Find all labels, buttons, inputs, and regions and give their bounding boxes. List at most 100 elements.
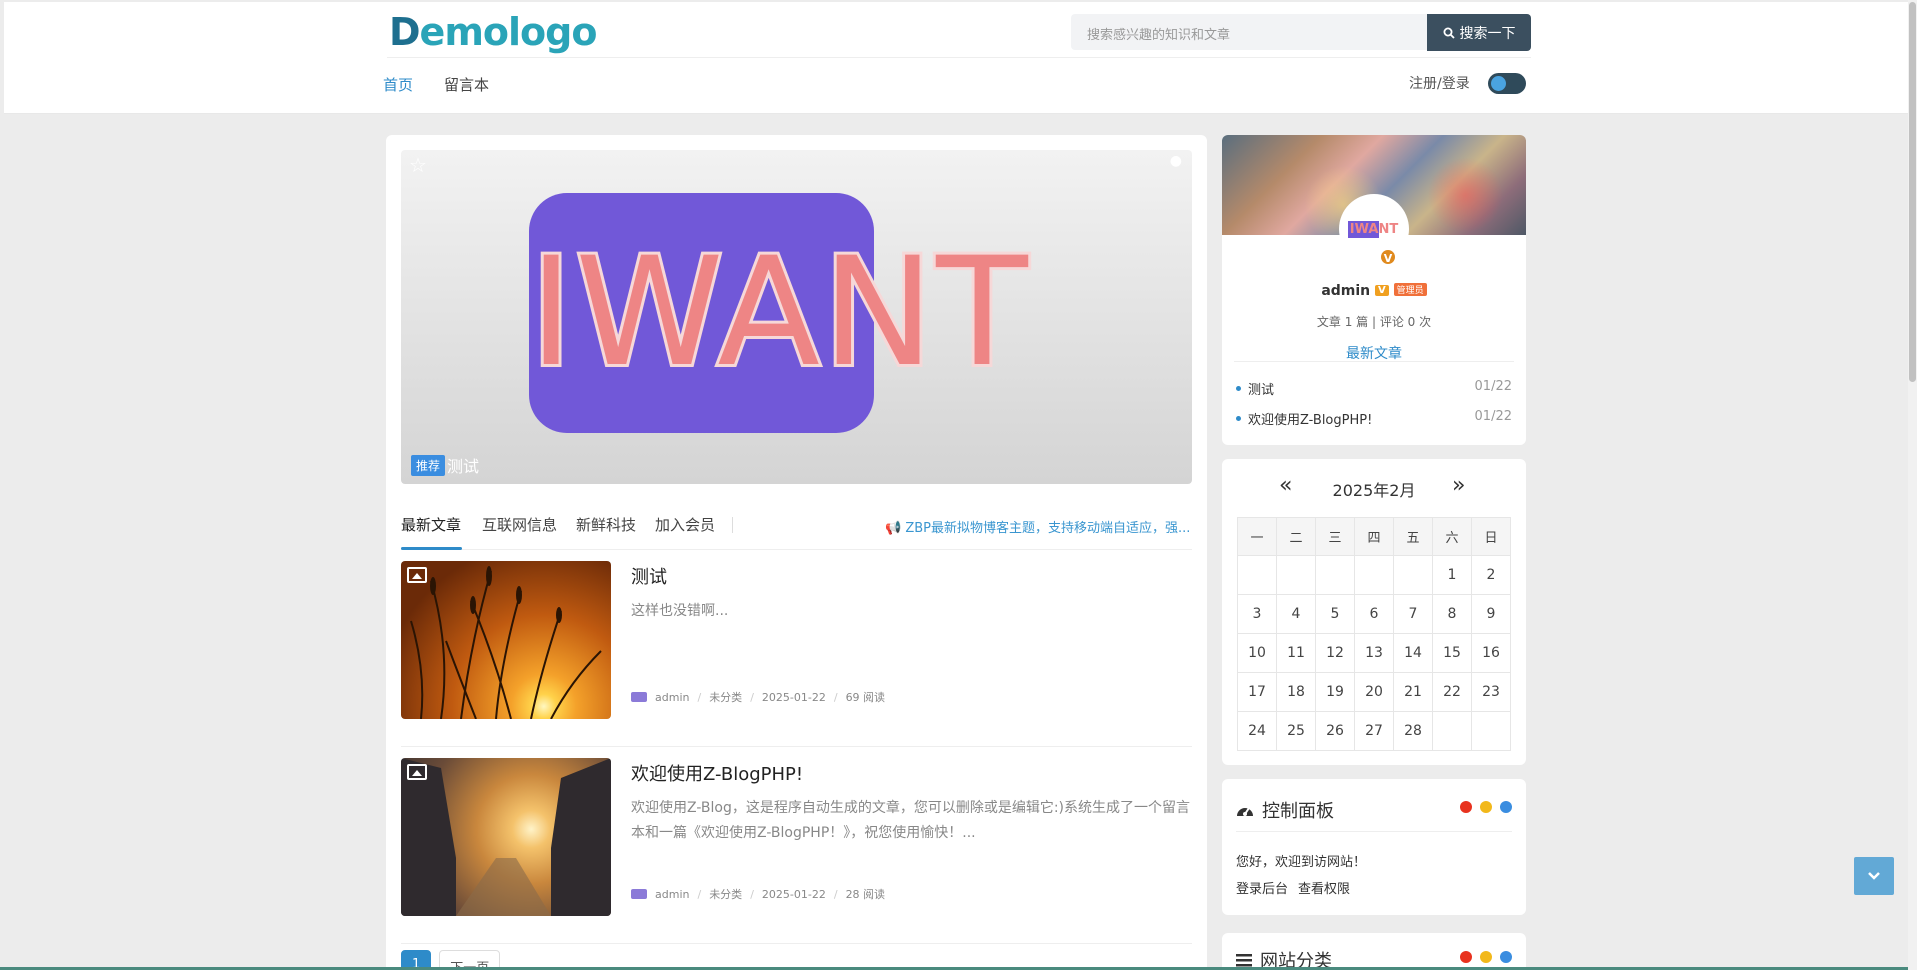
admin-login-link[interactable]: 登录后台 (1236, 878, 1288, 897)
calendar-day[interactable]: 14 (1393, 633, 1433, 673)
greeting-text: 您好，欢迎到访网站！ (1236, 855, 1367, 870)
blue-dot-icon (1500, 801, 1512, 813)
author-profile-card: IWANT V admin V 管理员 文章 1 篇 | 评论 0 次 最新文章… (1222, 135, 1526, 445)
nav-item-guestbook[interactable]: 留言本 (444, 74, 489, 95)
post-category[interactable]: 未分类 (709, 689, 742, 705)
calendar-day[interactable]: 11 (1276, 633, 1316, 673)
calendar-grid: 一 二 三 四 五 六 日 1 2 3 4 5 6 7 8 9 10 11 12 13 14 15 16 17 1… (1237, 517, 1511, 751)
calendar-day[interactable]: 24 (1237, 711, 1277, 751)
post-author[interactable]: admin (655, 691, 689, 704)
yellow-dot-icon (1480, 951, 1492, 963)
avatar[interactable]: IWANT (1342, 197, 1406, 261)
latest-articles-heading: 最新文章 (1346, 346, 1402, 362)
search-button[interactable]: 搜索一下 (1427, 14, 1531, 51)
tab-internet[interactable]: 互联网信息 (482, 514, 557, 535)
post-title[interactable]: 欢迎使用Z-BlogPHP! (631, 760, 803, 786)
latest-article-title[interactable]: 测试 (1248, 379, 1274, 398)
theme-toggle[interactable] (1488, 73, 1526, 94)
page-scrollbar[interactable] (1908, 0, 1917, 970)
banner-title[interactable]: 测试 (447, 453, 479, 477)
meta-divider: / (833, 690, 838, 704)
post-author[interactable]: admin (655, 888, 689, 901)
view-permission-link[interactable]: 查看权限 (1298, 878, 1350, 897)
featured-banner[interactable]: ☆ ● IWANT 推荐 测试 (401, 150, 1192, 484)
calendar-day[interactable]: 15 (1432, 633, 1472, 673)
scrollbar-thumb[interactable] (1909, 2, 1916, 382)
latest-article-title[interactable]: 欢迎使用Z-BlogPHP! (1248, 409, 1372, 428)
calendar-widget: « 2025年2月 » 一 二 三 四 五 六 日 1 2 3 4 5 6 7 8 9 10 11 1… (1222, 459, 1526, 765)
calendar-week-row: 17 18 19 20 21 22 23 (1237, 672, 1511, 712)
meta-divider: / (750, 887, 754, 901)
calendar-day[interactable]: 25 (1276, 711, 1316, 751)
calendar-day[interactable]: 20 (1354, 672, 1394, 712)
profile-name[interactable]: admin (1321, 283, 1370, 299)
role-badge: 管理员 (1393, 283, 1427, 296)
weekday-header: 五 (1393, 517, 1433, 556)
recommend-badge: 推荐 (411, 455, 446, 476)
star-icon[interactable]: ☆ (409, 153, 427, 177)
calendar-day[interactable]: 17 (1237, 672, 1277, 712)
calendar-empty-cell (1237, 555, 1277, 595)
calendar-day[interactable]: 19 (1315, 672, 1355, 712)
notice-ticker[interactable]: 📢 ZBP最新拟物博客主题，支持移动端自适应，强... (885, 517, 1192, 536)
meta-divider: / (833, 887, 838, 901)
grass-silhouette (410, 566, 602, 719)
tab-latest[interactable]: 最新文章 (401, 514, 461, 535)
post-thumbnail[interactable] (401, 758, 611, 916)
post-category[interactable]: 未分类 (709, 886, 742, 902)
tab-membership[interactable]: 加入会员 (655, 514, 715, 535)
calendar-body: 1 2 3 4 5 6 7 8 9 10 11 12 13 14 15 16 17 18 19 20 21 22 23 24 2… (1237, 555, 1511, 751)
calendar-day[interactable]: 13 (1354, 633, 1394, 673)
calendar-day[interactable]: 28 (1393, 711, 1433, 751)
window-dots (1460, 801, 1512, 813)
calendar-day[interactable]: 26 (1315, 711, 1355, 751)
meta-divider: / (697, 690, 702, 704)
slide-indicator-icon[interactable]: ● (1170, 153, 1182, 169)
post-item[interactable]: 测试 这样也没错啊... admin / 未分类 / 2025-01-22 / … (401, 561, 1192, 747)
calendar-day[interactable]: 22 (1432, 672, 1472, 712)
calendar-day[interactable]: 23 (1471, 672, 1511, 712)
dashboard-icon (1237, 807, 1253, 816)
calendar-day[interactable]: 4 (1276, 594, 1316, 634)
calendar-day[interactable]: 12 (1315, 633, 1355, 673)
verified-icon: V (1379, 248, 1397, 266)
login-register-link[interactable]: 注册/登录 (1409, 73, 1470, 93)
calendar-day[interactable]: 3 (1237, 594, 1277, 634)
calendar-day[interactable]: 16 (1471, 633, 1511, 673)
calendar-day[interactable]: 1 (1432, 555, 1472, 595)
calendar-day[interactable]: 2 (1471, 555, 1511, 595)
calendar-day[interactable]: 10 (1237, 633, 1277, 673)
weekday-header: 日 (1471, 517, 1511, 556)
post-thumbnail[interactable] (401, 561, 611, 719)
scroll-down-button[interactable] (1854, 857, 1894, 895)
calendar-next-button[interactable]: » (1452, 473, 1465, 498)
divider (1236, 831, 1512, 832)
banner-artwork: IWANT (526, 193, 1089, 433)
banner-art-text: IWANT (526, 226, 1031, 400)
divider (1234, 361, 1514, 362)
vip-badge: V (1375, 285, 1389, 296)
post-item[interactable]: 欢迎使用Z-BlogPHP! 欢迎使用Z-Blog，这是程序自动生成的文章，您可… (401, 758, 1192, 944)
nav-item-home[interactable]: 首页 (383, 74, 413, 95)
calendar-day[interactable]: 7 (1393, 594, 1433, 634)
calendar-day[interactable]: 9 (1471, 594, 1511, 634)
red-dot-icon (1460, 951, 1472, 963)
logo-rest: emologo (419, 10, 598, 54)
calendar-day[interactable]: 21 (1393, 672, 1433, 712)
post-meta: admin / 未分类 / 2025-01-22 / 69 阅读 (631, 689, 885, 705)
control-panel-widget: 控制面板 您好，欢迎到访网站！ 登录后台 查看权限 (1222, 779, 1526, 915)
calendar-day[interactable]: 6 (1354, 594, 1394, 634)
toggle-knob (1491, 76, 1506, 91)
calendar-day[interactable]: 18 (1276, 672, 1316, 712)
calendar-day[interactable]: 5 (1315, 594, 1355, 634)
tab-tech[interactable]: 新鲜科技 (576, 514, 636, 535)
calendar-day[interactable]: 27 (1354, 711, 1394, 751)
search-input[interactable]: 搜索感兴趣的知识和文章 (1071, 14, 1431, 50)
post-title[interactable]: 测试 (631, 563, 667, 589)
list-icon (1236, 954, 1252, 967)
calendar-day[interactable]: 8 (1432, 594, 1472, 634)
profile-stats: 文章 1 篇 | 评论 0 次 (1316, 315, 1432, 329)
site-header: Demologo 搜索感兴趣的知识和文章 搜索一下 (4, 2, 1910, 114)
yellow-dot-icon (1480, 801, 1492, 813)
site-logo[interactable]: Demologo (389, 10, 598, 54)
